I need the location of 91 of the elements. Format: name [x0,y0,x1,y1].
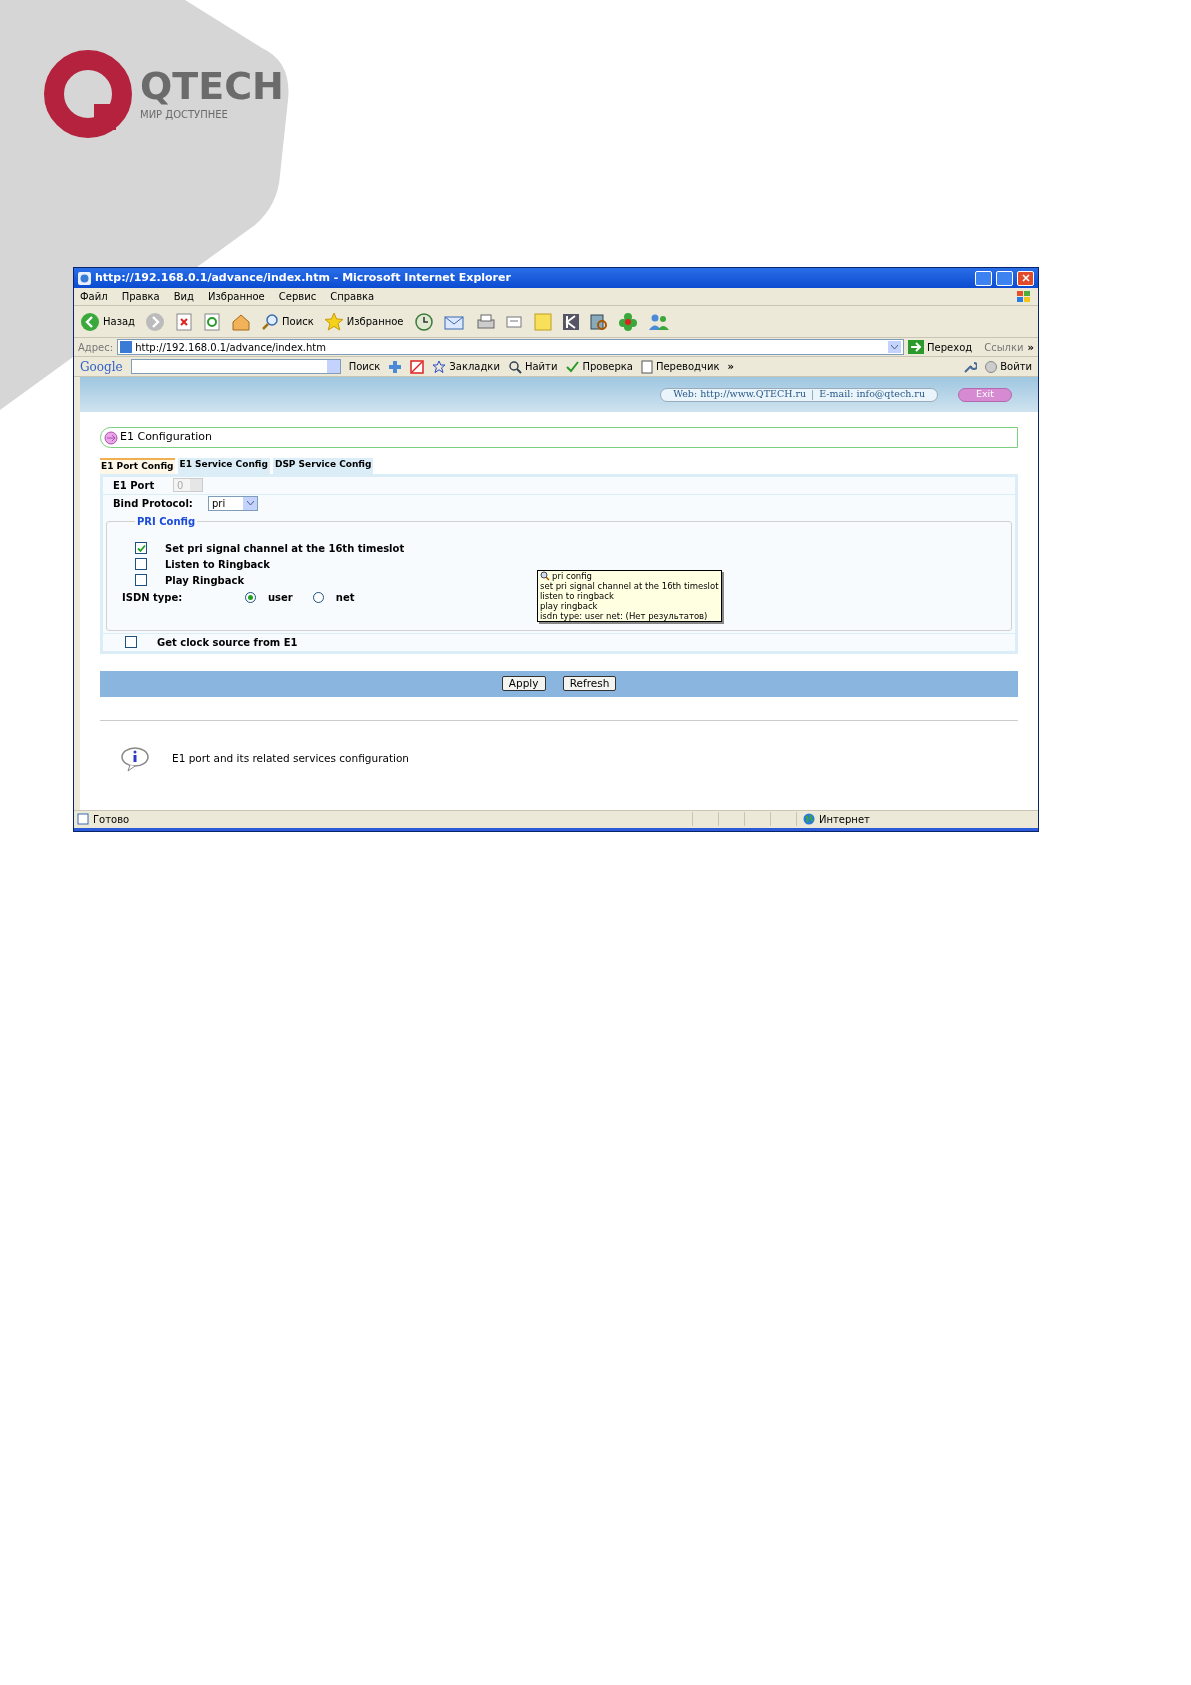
checkmark-icon [565,359,580,374]
tab[interactable]: E1 Service Config [177,458,270,474]
radio-button[interactable] [312,592,324,603]
printer-icon[interactable] [475,312,496,331]
isdn-type-label: ISDN type: [122,591,184,605]
e1-port-label: E1 Port [113,478,156,493]
minimize-button[interactable] [975,270,992,286]
action-button[interactable]: Apply [501,676,546,691]
google-search-button[interactable]: Поиск [348,359,381,374]
more-chevron[interactable]: » [1027,339,1034,355]
blocker-icon[interactable] [410,359,425,374]
close-icon [1021,274,1030,282]
window-title: http://192.168.0.1/advance/index.htm - Microsoft Internet Explorer [95,269,512,286]
search-button[interactable]: Поиск [261,312,314,331]
radio-label: user [268,591,293,605]
zone-text: Интернет [819,812,870,827]
logo-tagline: МИР ДОСТУПНЕЕ [140,107,229,122]
translate-button[interactable]: Переводчик [640,359,720,374]
logo-text: QTECH [140,66,284,105]
clock-source-label: Get clock source from E1 [157,635,298,650]
people-icon[interactable] [647,312,670,331]
magnifier-icon [540,570,550,581]
favorites-button[interactable]: Избранное [323,311,404,332]
tooltip-line: play ringback [540,600,598,611]
address-value: http://192.168.0.1/advance/index.htm [135,340,327,355]
k-square-icon[interactable] [561,312,580,331]
history-icon[interactable] [413,311,434,332]
radio-button[interactable] [245,592,256,603]
login-button[interactable]: Войти [985,359,1032,374]
logo-icon [42,48,134,140]
browser-icon [78,271,91,285]
google-logo: Google [80,358,123,376]
windows-logo-icon [1016,289,1032,304]
checkbox[interactable] [125,636,137,648]
option-label: Listen to Ringback [165,557,270,572]
section-title: E1 Configuration [120,429,213,446]
spellcheck-button[interactable]: Проверка [565,359,633,374]
bookmarks-button[interactable]: Закладки [432,359,500,374]
star-icon [323,311,344,332]
go-arrow-icon [908,340,925,354]
radio-label: net [335,591,355,605]
tab[interactable]: E1 Port Config [100,458,175,474]
page-icon [120,341,133,353]
status-text: Готово [93,812,131,827]
checkbox[interactable] [135,542,147,554]
info-text: E1 port and its related services configuration [172,750,409,766]
email-link[interactable]: E-mail: info@qtech.ru [819,387,925,402]
checkbox[interactable] [135,574,147,586]
page-icon [77,813,89,825]
tooltip-line: listen to ringback [540,590,614,601]
checkbox[interactable] [135,558,147,570]
stop-icon[interactable] [175,312,193,331]
option-label: Play Ringback [165,573,245,588]
info-icon [120,745,150,772]
web-link[interactable]: Web: http://www.QTECH.ru [673,387,807,402]
document-icon [640,359,653,374]
dropdown-button[interactable] [888,341,902,353]
arrow-circle-icon [104,430,118,445]
menu-item[interactable]: Правка [121,289,160,304]
maximize-button[interactable] [996,270,1013,286]
links-label[interactable]: Ссылки [984,339,1024,355]
find-button[interactable]: Найти [507,359,558,374]
menu-item[interactable]: Вид [173,289,194,304]
bind-protocol-label: Bind Protocol: [113,497,194,511]
address-field[interactable]: http://192.168.0.1/advance/index.htm [117,339,905,355]
plus-icon[interactable] [388,359,403,374]
menu-item[interactable]: Файл [80,289,108,304]
tooltip-line: isdn type: user net: (Нет результатов) [540,610,708,621]
google-search-field[interactable] [130,359,341,374]
menu-item[interactable]: Сервис [278,289,317,304]
globe-icon [803,813,815,825]
tooltip-line: pri config [552,570,592,581]
wrench-icon[interactable] [963,359,978,374]
flower-icon[interactable] [617,311,638,332]
more-chevron[interactable]: » [727,359,734,374]
star-icon [432,359,447,374]
tab[interactable]: DSP Service Config [272,458,374,474]
search-icon [507,359,522,374]
address-label: Адрес: [78,340,114,355]
home-icon[interactable] [231,312,251,331]
close-button[interactable] [1017,270,1034,286]
go-button[interactable]: Переход [908,339,973,355]
menu-item[interactable]: Справка [330,289,375,304]
tooltip-line: set pri signal channel at the 16th timeslot [540,580,719,591]
search-icon [261,312,279,331]
action-button[interactable]: Refresh [562,676,617,691]
bind-protocol-select[interactable]: pri [208,496,258,511]
menu-item[interactable]: Избранное [208,289,265,304]
option-label: Set pri signal channel at the 16th timeslot [165,541,405,556]
refresh-icon[interactable] [203,312,221,331]
back-button[interactable]: Назад [80,311,135,332]
